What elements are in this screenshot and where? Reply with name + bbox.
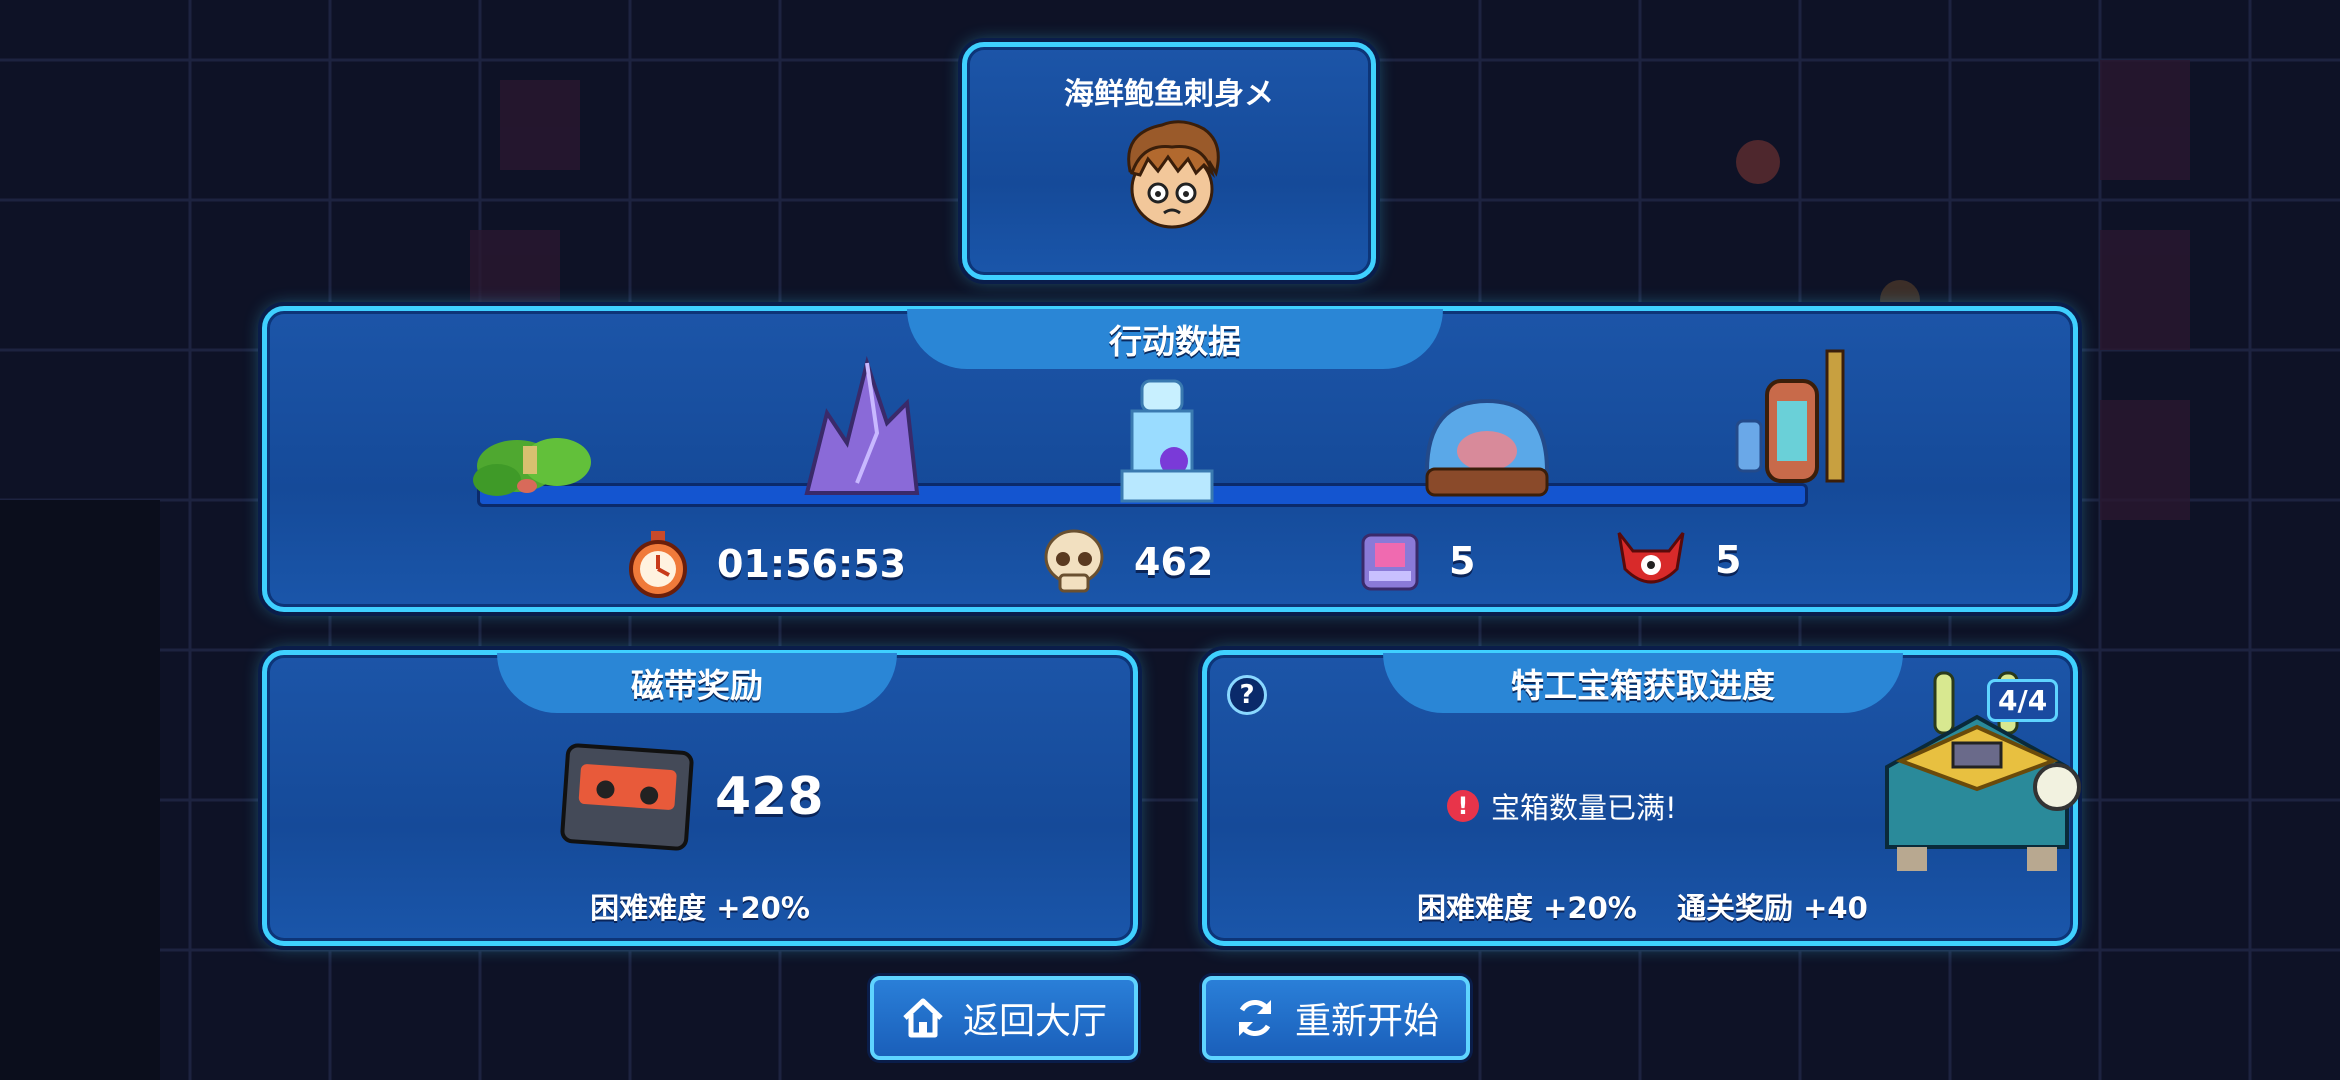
chest-full-status: ! 宝箱数量已满! <box>1447 785 1677 827</box>
restart-icon <box>1238 999 1272 1037</box>
chest-clear-bonus: 通关奖励 +40 <box>1677 891 1868 925</box>
bosses-stat: 5 <box>1615 529 1741 591</box>
skull-icon <box>1044 529 1104 593</box>
time-value: 01:56:53 <box>717 542 907 586</box>
action-data-panel: 行动数据 01:56:53 462 5 5 <box>262 306 2078 612</box>
chest-progress-title: 特工宝箱获取进度 <box>1383 653 1903 713</box>
player-name: 海鲜鲍鱼刺身メ <box>1064 77 1274 112</box>
home-icon <box>903 998 943 1038</box>
tape-difficulty-bonus: 困难难度 +20% <box>590 891 810 925</box>
help-icon[interactable]: ? <box>1227 675 1267 715</box>
forest-stage-icon <box>473 438 591 496</box>
demon-boss-icon <box>1617 532 1685 584</box>
restart-button[interactable]: 重新开始 <box>1202 976 1470 1060</box>
crystal-stage-icon <box>804 355 920 495</box>
cassette-tape-icon <box>560 743 694 851</box>
chest-status-text: 宝箱数量已满! <box>1491 791 1677 825</box>
tape-amount: 428 <box>715 767 824 827</box>
lab-stage-icon <box>1120 379 1214 503</box>
agent-chest-panel: 特工宝箱获取进度 ? ! 宝箱数量已满! 困难难度 +20% 通关奖励 +40 … <box>1202 650 2081 946</box>
stopwatch-icon <box>629 531 687 598</box>
pipe-stage-icon <box>1735 349 1845 483</box>
chest-difficulty-bonus: 困难难度 +20% <box>1417 891 1637 925</box>
room-chest-icon <box>1361 533 1419 591</box>
kills-value: 462 <box>1134 540 1214 584</box>
bosses-value: 5 <box>1715 538 1742 582</box>
tape-reward-title: 磁带奖励 <box>497 653 897 713</box>
return-lobby-label: 返回大厅 <box>962 1001 1107 1042</box>
player-card: 海鲜鲍鱼刺身メ <box>962 42 1376 280</box>
rooms-stat: 5 <box>1359 529 1475 593</box>
kills-stat: 462 <box>1042 529 1213 595</box>
player-avatar-icon <box>1127 120 1220 229</box>
alert-icon: ! <box>1447 790 1479 822</box>
tape-reward-panel: 磁带奖励 428 困难难度 +20% <box>262 650 1138 946</box>
chest-progress-badge: 4/4 <box>1987 679 2059 722</box>
return-lobby-button[interactable]: 返回大厅 <box>870 976 1138 1060</box>
rooms-value: 5 <box>1449 539 1476 583</box>
dome-stage-icon <box>1424 398 1550 497</box>
time-stat: 01:56:53 <box>627 529 906 599</box>
action-data-title: 行动数据 <box>907 309 1443 369</box>
restart-label: 重新开始 <box>1294 1001 1439 1042</box>
